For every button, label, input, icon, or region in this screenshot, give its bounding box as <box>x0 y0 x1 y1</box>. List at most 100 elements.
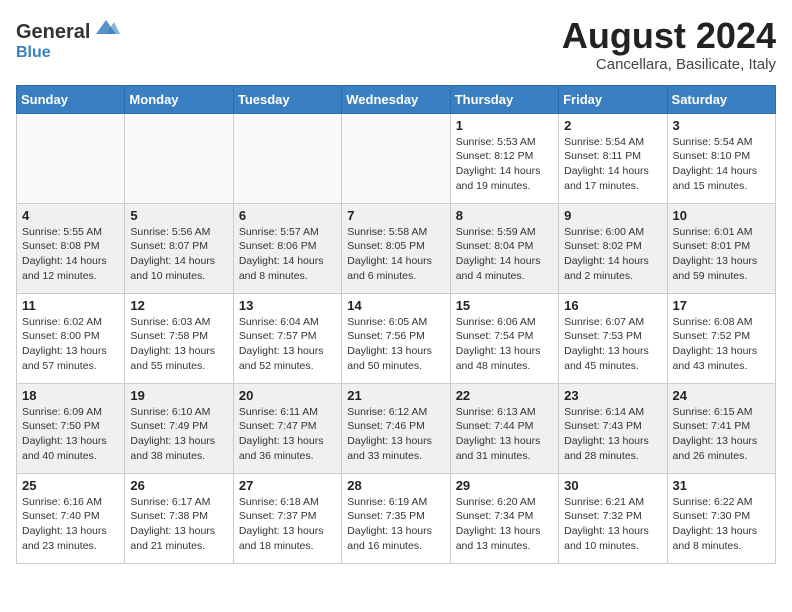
day-number: 19 <box>130 388 227 403</box>
day-info: Sunrise: 5:57 AM Sunset: 8:06 PM Dayligh… <box>239 225 336 284</box>
calendar-cell: 18Sunrise: 6:09 AM Sunset: 7:50 PM Dayli… <box>17 383 125 473</box>
location-subtitle: Cancellara, Basilicate, Italy <box>562 56 776 73</box>
day-info: Sunrise: 6:13 AM Sunset: 7:44 PM Dayligh… <box>456 405 553 464</box>
logo-blue-text: Blue <box>16 44 51 62</box>
calendar-cell: 5 Sunrise: 5:56 AM Sunset: 8:07 PM Daylig… <box>125 203 233 293</box>
day-number: 8 <box>456 208 553 223</box>
day-info: Sunrise: 6:22 AM Sunset: 7:30 PM Dayligh… <box>673 495 770 554</box>
calendar-cell: 23 Sunrise: 6:14 AM Sunset: 7:43 PM Dayli… <box>559 383 667 473</box>
day-info: Sunrise: 5:56 AM Sunset: 8:07 PM Dayligh… <box>130 225 227 284</box>
day-number: 13 <box>239 298 336 313</box>
calendar-cell: 30 Sunrise: 6:21 AM Sunset: 7:32 PM Dayli… <box>559 473 667 563</box>
calendar-cell: 4 Sunrise: 5:55 AM Sunset: 8:08 PM Daylig… <box>17 203 125 293</box>
calendar-cell <box>17 113 125 203</box>
day-number: 6 <box>239 208 336 223</box>
day-info: Sunrise: 6:00 AM Sunset: 8:02 PM Dayligh… <box>564 225 661 284</box>
page-header: General Blue August 2024 Cancellara, Bas… <box>16 16 776 73</box>
calendar-cell: 29Sunrise: 6:20 AM Sunset: 7:34 PM Dayli… <box>450 473 558 563</box>
calendar-week-row: 25 Sunrise: 6:16 AM Sunset: 7:40 PM Dayli… <box>17 473 776 563</box>
logo: General Blue <box>16 16 120 62</box>
day-info: Sunrise: 5:59 AM Sunset: 8:04 PM Dayligh… <box>456 225 553 284</box>
day-info: Sunrise: 6:19 AM Sunset: 7:35 PM Dayligh… <box>347 495 444 554</box>
day-info: Sunrise: 6:09 AM Sunset: 7:50 PM Dayligh… <box>22 405 119 464</box>
weekday-header: Saturday <box>667 85 775 113</box>
day-info: Sunrise: 5:55 AM Sunset: 8:08 PM Dayligh… <box>22 225 119 284</box>
day-number: 12 <box>130 298 227 313</box>
day-number: 2 <box>564 118 661 133</box>
calendar-cell: 2 Sunrise: 5:54 AM Sunset: 8:11 PM Daylig… <box>559 113 667 203</box>
calendar-week-row: 18Sunrise: 6:09 AM Sunset: 7:50 PM Dayli… <box>17 383 776 473</box>
day-number: 9 <box>564 208 661 223</box>
day-info: Sunrise: 5:58 AM Sunset: 8:05 PM Dayligh… <box>347 225 444 284</box>
weekday-header: Friday <box>559 85 667 113</box>
calendar-cell: 1 Sunrise: 5:53 AM Sunset: 8:12 PM Daylig… <box>450 113 558 203</box>
day-number: 21 <box>347 388 444 403</box>
day-info: Sunrise: 5:53 AM Sunset: 8:12 PM Dayligh… <box>456 135 553 194</box>
calendar-week-row: 4 Sunrise: 5:55 AM Sunset: 8:08 PM Daylig… <box>17 203 776 293</box>
calendar-cell: 28 Sunrise: 6:19 AM Sunset: 7:35 PM Dayli… <box>342 473 450 563</box>
calendar-cell: 25 Sunrise: 6:16 AM Sunset: 7:40 PM Dayli… <box>17 473 125 563</box>
day-info: Sunrise: 6:14 AM Sunset: 7:43 PM Dayligh… <box>564 405 661 464</box>
day-info: Sunrise: 6:12 AM Sunset: 7:46 PM Dayligh… <box>347 405 444 464</box>
calendar-cell: 11Sunrise: 6:02 AM Sunset: 8:00 PM Dayli… <box>17 293 125 383</box>
day-number: 15 <box>456 298 553 313</box>
calendar-cell: 7 Sunrise: 5:58 AM Sunset: 8:05 PM Daylig… <box>342 203 450 293</box>
calendar-cell: 13 Sunrise: 6:04 AM Sunset: 7:57 PM Dayli… <box>233 293 341 383</box>
calendar-cell: 26Sunrise: 6:17 AM Sunset: 7:38 PM Dayli… <box>125 473 233 563</box>
calendar-cell: 22 Sunrise: 6:13 AM Sunset: 7:44 PM Dayli… <box>450 383 558 473</box>
day-number: 16 <box>564 298 661 313</box>
day-info: Sunrise: 6:07 AM Sunset: 7:53 PM Dayligh… <box>564 315 661 374</box>
weekday-header: Monday <box>125 85 233 113</box>
day-number: 5 <box>130 208 227 223</box>
day-number: 7 <box>347 208 444 223</box>
calendar-cell: 8 Sunrise: 5:59 AM Sunset: 8:04 PM Daylig… <box>450 203 558 293</box>
day-number: 1 <box>456 118 553 133</box>
day-info: Sunrise: 6:05 AM Sunset: 7:56 PM Dayligh… <box>347 315 444 374</box>
title-block: August 2024 Cancellara, Basilicate, Ital… <box>562 16 776 73</box>
day-info: Sunrise: 6:21 AM Sunset: 7:32 PM Dayligh… <box>564 495 661 554</box>
calendar-cell: 9 Sunrise: 6:00 AM Sunset: 8:02 PM Daylig… <box>559 203 667 293</box>
day-number: 20 <box>239 388 336 403</box>
logo-icon <box>92 16 120 38</box>
calendar-week-row: 1 Sunrise: 5:53 AM Sunset: 8:12 PM Daylig… <box>17 113 776 203</box>
day-number: 26 <box>130 478 227 493</box>
calendar-cell: 17Sunrise: 6:08 AM Sunset: 7:52 PM Dayli… <box>667 293 775 383</box>
day-number: 4 <box>22 208 119 223</box>
day-number: 31 <box>673 478 770 493</box>
day-info: Sunrise: 6:18 AM Sunset: 7:37 PM Dayligh… <box>239 495 336 554</box>
day-info: Sunrise: 6:01 AM Sunset: 8:01 PM Dayligh… <box>673 225 770 284</box>
day-info: Sunrise: 6:03 AM Sunset: 7:58 PM Dayligh… <box>130 315 227 374</box>
calendar-cell <box>342 113 450 203</box>
day-info: Sunrise: 5:54 AM Sunset: 8:11 PM Dayligh… <box>564 135 661 194</box>
calendar-cell: 15 Sunrise: 6:06 AM Sunset: 7:54 PM Dayli… <box>450 293 558 383</box>
day-number: 23 <box>564 388 661 403</box>
day-info: Sunrise: 6:16 AM Sunset: 7:40 PM Dayligh… <box>22 495 119 554</box>
weekday-header: Sunday <box>17 85 125 113</box>
calendar-cell: 21 Sunrise: 6:12 AM Sunset: 7:46 PM Dayli… <box>342 383 450 473</box>
day-number: 30 <box>564 478 661 493</box>
day-info: Sunrise: 5:54 AM Sunset: 8:10 PM Dayligh… <box>673 135 770 194</box>
calendar-cell: 3Sunrise: 5:54 AM Sunset: 8:10 PM Daylig… <box>667 113 775 203</box>
calendar-cell: 31 Sunrise: 6:22 AM Sunset: 7:30 PM Dayli… <box>667 473 775 563</box>
day-info: Sunrise: 6:15 AM Sunset: 7:41 PM Dayligh… <box>673 405 770 464</box>
calendar-cell: 14 Sunrise: 6:05 AM Sunset: 7:56 PM Dayli… <box>342 293 450 383</box>
calendar-cell <box>125 113 233 203</box>
day-info: Sunrise: 6:06 AM Sunset: 7:54 PM Dayligh… <box>456 315 553 374</box>
day-info: Sunrise: 6:08 AM Sunset: 7:52 PM Dayligh… <box>673 315 770 374</box>
day-number: 29 <box>456 478 553 493</box>
day-number: 27 <box>239 478 336 493</box>
weekday-header: Wednesday <box>342 85 450 113</box>
day-info: Sunrise: 6:04 AM Sunset: 7:57 PM Dayligh… <box>239 315 336 374</box>
day-number: 28 <box>347 478 444 493</box>
logo-general-text: General <box>16 21 90 44</box>
day-info: Sunrise: 6:10 AM Sunset: 7:49 PM Dayligh… <box>130 405 227 464</box>
calendar-cell: 6 Sunrise: 5:57 AM Sunset: 8:06 PM Daylig… <box>233 203 341 293</box>
calendar-cell: 24 Sunrise: 6:15 AM Sunset: 7:41 PM Dayli… <box>667 383 775 473</box>
day-number: 22 <box>456 388 553 403</box>
day-number: 24 <box>673 388 770 403</box>
day-number: 25 <box>22 478 119 493</box>
calendar-cell: 19 Sunrise: 6:10 AM Sunset: 7:49 PM Dayli… <box>125 383 233 473</box>
day-number: 10 <box>673 208 770 223</box>
calendar-cell: 20Sunrise: 6:11 AM Sunset: 7:47 PM Dayli… <box>233 383 341 473</box>
day-number: 14 <box>347 298 444 313</box>
